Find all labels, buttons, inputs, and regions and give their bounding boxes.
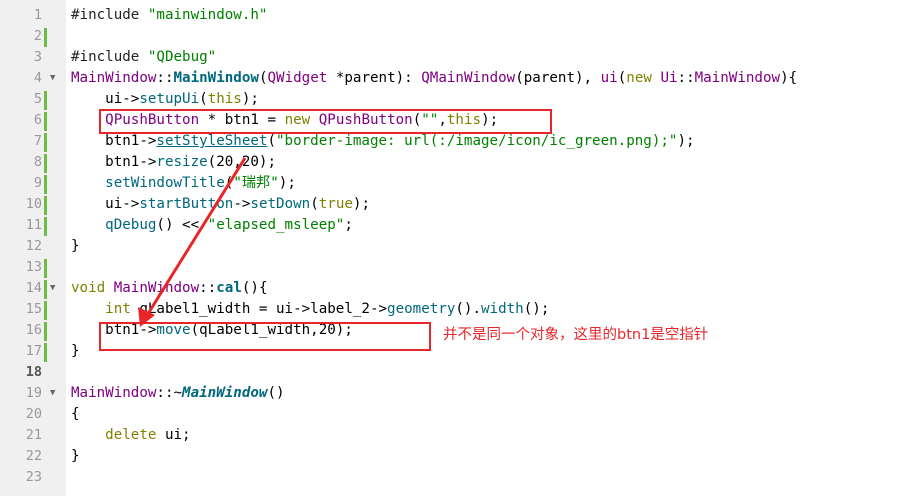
code-line-2[interactable]: 2 (0, 26, 897, 47)
code-text: void MainWindow::cal(){ (71, 280, 268, 296)
code-line-4[interactable]: 4 ▼ MainWindow::MainWindow(QWidget *pare… (0, 68, 897, 89)
code-text: delete ui; (105, 427, 191, 443)
code-line-3[interactable]: 3 #include "QDebug" (0, 47, 897, 68)
change-marker (44, 301, 47, 320)
line-number: 19 (25, 385, 42, 401)
line-number: 22 (25, 448, 42, 464)
code-line-5[interactable]: 5 ui->setupUi(this); (0, 89, 897, 110)
code-text: } (71, 448, 80, 464)
annotation-note: 并不是同一个对象，这里的btn1是空指针 (443, 327, 709, 343)
change-marker (44, 322, 47, 341)
line-number: 13 (25, 259, 42, 275)
code-line-7[interactable]: 7 btn1->setStyleSheet("border-image: url… (0, 131, 897, 152)
line-number: 12 (25, 238, 42, 254)
code-line-9[interactable]: 9 setWindowTitle("瑞邦"); (0, 173, 897, 194)
code-text: ui->startButton->setDown(true); (71, 196, 371, 212)
change-marker (44, 217, 47, 236)
change-marker (44, 91, 47, 110)
code-line-15[interactable]: 15 int qLabel1_width = ui->label_2->geom… (0, 299, 897, 320)
code-text: int qLabel1_width = ui->label_2->geometr… (105, 301, 550, 317)
code-line-11[interactable]: 11 qDebug() << "elapsed_msleep"; (0, 215, 897, 236)
code-text: MainWindow::MainWindow(QWidget *parent):… (71, 70, 798, 86)
line-number: 16 (25, 322, 42, 338)
change-marker (44, 343, 47, 362)
fold-arrow-icon[interactable]: ▼ (50, 72, 55, 85)
line-number: 15 (25, 301, 42, 317)
code-text: } (71, 238, 80, 254)
line-number: 5 (33, 91, 42, 107)
code-text: { (71, 406, 80, 422)
code-line-10[interactable]: 10 ui->startButton->setDown(true); (0, 194, 897, 215)
code-text: ui->setupUi(this); (71, 91, 259, 107)
line-number: 21 (25, 427, 42, 443)
line-number: 6 (33, 112, 42, 128)
line-number: 3 (33, 49, 42, 65)
line-number: 7 (33, 133, 42, 149)
code-line-13[interactable]: 13 (0, 257, 897, 278)
code-line-14[interactable]: 14 ▼ void MainWindow::cal(){ (0, 278, 897, 299)
code-text: setWindowTitle("瑞邦"); (105, 175, 296, 191)
change-marker (44, 154, 47, 173)
code-text: btn1->resize(20,20); (71, 154, 277, 170)
change-marker (44, 175, 47, 194)
code-text: btn1->setStyleSheet("border-image: url(:… (71, 133, 695, 149)
code-line-1[interactable]: 1 #include "mainwindow.h" (0, 5, 897, 26)
line-number: 20 (25, 406, 42, 422)
line-number: 4 (33, 70, 42, 86)
code-line-18[interactable]: 18 (0, 362, 897, 383)
line-number: 23 (25, 469, 42, 485)
code-line-8[interactable]: 8 btn1->resize(20,20); (0, 152, 897, 173)
code-line-12[interactable]: 12 } (0, 236, 897, 257)
change-marker (44, 112, 47, 131)
code-line-22[interactable]: 22 } (0, 446, 897, 467)
line-number: 1 (33, 7, 42, 23)
code-line-23[interactable]: 23 (0, 467, 897, 488)
change-marker (44, 280, 47, 299)
fold-arrow-icon[interactable]: ▼ (50, 387, 55, 400)
code-text: } (71, 343, 80, 359)
highlight-box-usage (99, 322, 431, 351)
code-line-20[interactable]: 20 { (0, 404, 897, 425)
line-number: 11 (25, 217, 42, 233)
change-marker (44, 259, 47, 278)
code-text: #include "QDebug" (71, 49, 217, 65)
line-number: 9 (33, 175, 42, 191)
highlight-box-declaration (99, 109, 552, 134)
code-text: qDebug() << "elapsed_msleep"; (105, 217, 353, 233)
code-line-19[interactable]: 19 ▼ MainWindow::~MainWindow() (0, 383, 897, 404)
fold-arrow-icon[interactable]: ▼ (50, 282, 55, 295)
line-number: 8 (33, 154, 42, 170)
line-number: 10 (25, 196, 42, 212)
code-text: #include "mainwindow.h" (71, 7, 268, 23)
line-number: 14 (25, 280, 42, 296)
line-number: 17 (25, 343, 42, 359)
line-number: 2 (33, 28, 42, 44)
change-marker (44, 196, 47, 215)
change-marker (44, 28, 47, 47)
line-number: 18 (25, 364, 42, 380)
code-line-21[interactable]: 21 delete ui; (0, 425, 897, 446)
code-text: MainWindow::~MainWindow() (71, 385, 285, 401)
change-marker (44, 133, 47, 152)
